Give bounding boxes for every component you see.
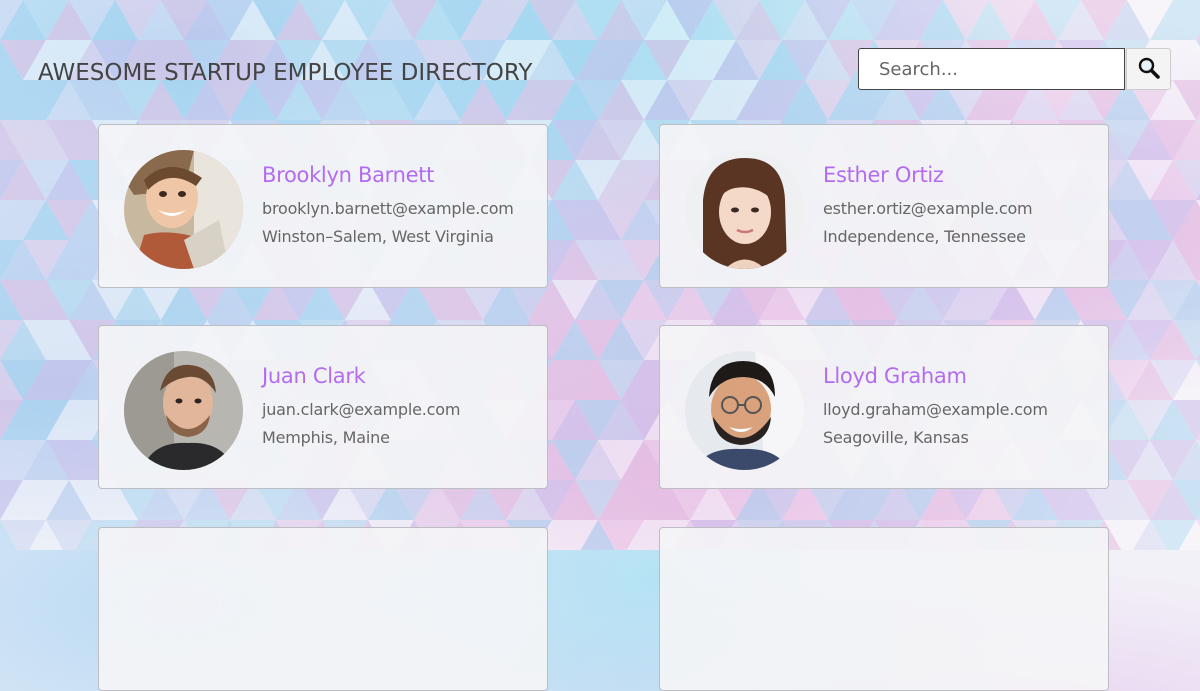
employee-info: Lloyd Graham lloyd.graham@example.com Se… [823, 364, 1048, 452]
avatar [685, 150, 804, 269]
employee-name: Esther Ortiz [823, 163, 944, 187]
employee-info: Juan Clark juan.clark@example.com Memphi… [262, 364, 460, 452]
employee-card[interactable] [98, 527, 548, 691]
employee-location: Seagoville, Kansas [823, 428, 969, 447]
avatar [685, 351, 804, 470]
employee-name: Brooklyn Barnett [262, 163, 435, 187]
employee-name: Lloyd Graham [823, 364, 967, 388]
avatar [124, 351, 243, 470]
employee-card[interactable]: Brooklyn Barnett brooklyn.barnett@exampl… [98, 124, 548, 288]
employee-info: Esther Ortiz esther.ortiz@example.com In… [823, 163, 1033, 251]
employee-card[interactable]: Juan Clark juan.clark@example.com Memphi… [98, 325, 548, 489]
employee-email: juan.clark@example.com [262, 400, 461, 419]
employee-card[interactable]: Lloyd Graham lloyd.graham@example.com Se… [659, 325, 1109, 489]
employee-gallery: Brooklyn Barnett brooklyn.barnett@exampl… [0, 0, 1200, 691]
employee-email: lloyd.graham@example.com [823, 400, 1048, 419]
employee-card[interactable] [659, 527, 1109, 691]
employee-name: Juan Clark [262, 364, 366, 388]
employee-card[interactable]: Esther Ortiz esther.ortiz@example.com In… [659, 124, 1109, 288]
employee-location: Independence, Tennessee [823, 227, 1026, 246]
employee-location: Memphis, Maine [262, 428, 390, 447]
employee-email: brooklyn.barnett@example.com [262, 199, 514, 218]
employee-email: esther.ortiz@example.com [823, 199, 1033, 218]
employee-location: Winston–Salem, West Virginia [262, 227, 494, 246]
avatar [124, 150, 243, 269]
employee-info: Brooklyn Barnett brooklyn.barnett@exampl… [262, 163, 514, 251]
